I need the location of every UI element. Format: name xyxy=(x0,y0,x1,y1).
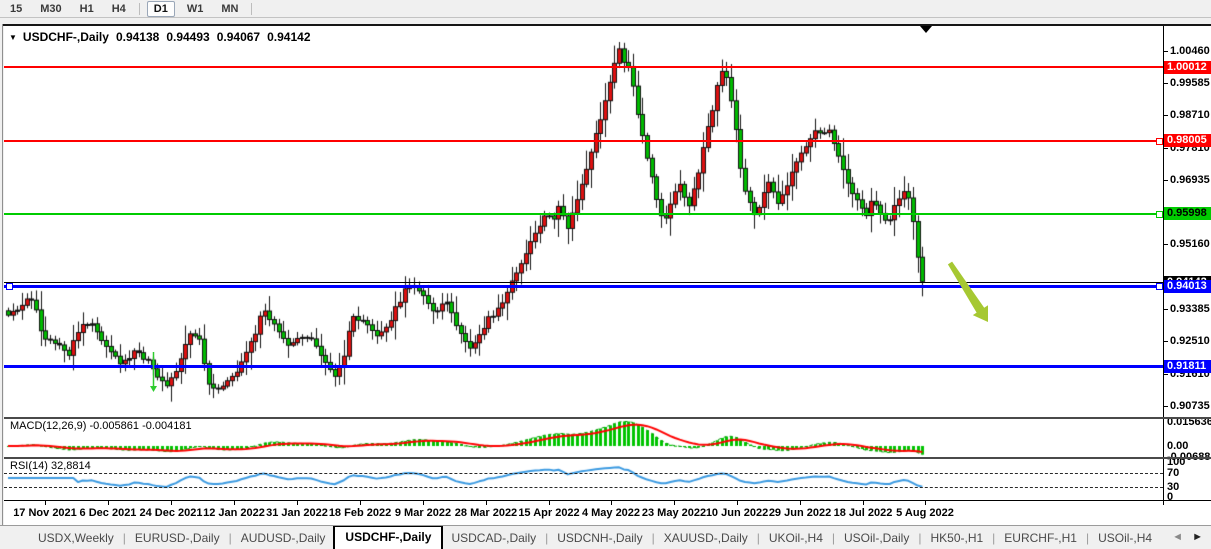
macd-panel-separator[interactable] xyxy=(4,417,1211,419)
chart-tab-usoil-daily[interactable]: USOil-,Daily xyxy=(836,528,917,548)
hline-100012[interactable] xyxy=(4,66,1163,68)
timeframe-button-m30[interactable]: M30 xyxy=(34,2,67,16)
date-tick-mark xyxy=(674,501,675,505)
hline-handle-right[interactable] xyxy=(1156,283,1163,290)
hline-handle-right[interactable] xyxy=(1156,138,1163,145)
hline-098005[interactable] xyxy=(4,140,1163,142)
timeframe-button-15[interactable]: 15 xyxy=(4,2,28,16)
price-tick-label: 0.93385 xyxy=(1170,303,1210,315)
toolbar-separator xyxy=(251,3,252,15)
tab-separator: | xyxy=(123,531,126,545)
price-axis-line xyxy=(1163,26,1164,505)
price-tick-label: 0.96935 xyxy=(1170,174,1210,186)
chart-symbol: USDCHF-,Daily xyxy=(23,30,109,44)
chart-tab-eurusd-daily[interactable]: EURUSD-,Daily xyxy=(127,528,228,548)
rsi-indicator-label: RSI(14) 32,8814 xyxy=(10,460,91,472)
ohlc-close: 0.94142 xyxy=(267,30,310,44)
date-tick-mark xyxy=(486,501,487,505)
date-axis: 17 Nov 20216 Dec 202124 Dec 202112 Jan 2… xyxy=(4,500,1211,525)
chart-tab-usdchf-daily[interactable]: USDCHF-,Daily xyxy=(333,525,443,549)
timeframe-toolbar: 15 M30 H1 H4 D1 W1 MN xyxy=(0,0,1211,18)
ohlc-high: 0.94493 xyxy=(166,30,209,44)
down-arrow-shape[interactable] xyxy=(948,262,988,322)
timeframe-button-h4[interactable]: H4 xyxy=(106,2,132,16)
tab-scroll-right-icon[interactable]: ► xyxy=(1192,531,1203,543)
hline-095998[interactable] xyxy=(4,213,1163,215)
macd-indicator-label: MACD(12,26,9) -0.005861 -0.004181 xyxy=(10,420,192,432)
date-tick-mark xyxy=(800,501,801,505)
tab-separator: | xyxy=(992,531,995,545)
chart-tab-audusd-daily[interactable]: AUDUSD-,Daily xyxy=(233,528,334,548)
tab-separator: | xyxy=(1086,531,1089,545)
chart-shift-marker-icon[interactable] xyxy=(920,26,932,33)
down-arrow-annotation[interactable] xyxy=(940,255,995,330)
price-tick-label: 0.90735 xyxy=(1170,400,1210,412)
date-tick-mark xyxy=(297,501,298,505)
ohlc-open: 0.94138 xyxy=(116,30,159,44)
ohlc-low: 0.94067 xyxy=(217,30,260,44)
date-tick-mark xyxy=(611,501,612,505)
date-tick-mark xyxy=(108,501,109,505)
hline-label-098005: 0.98005 xyxy=(1164,134,1211,147)
chart-tab-usoil-h4[interactable]: USOil-,H4 xyxy=(1090,528,1160,548)
hline-label-095998: 0.95998 xyxy=(1164,207,1211,220)
price-tick-label: 0.98710 xyxy=(1170,109,1210,121)
chart-tab-eurchf-h1[interactable]: EURCHF-,H1 xyxy=(996,528,1085,548)
tab-separator: | xyxy=(832,531,835,545)
rsi-axis-label: 70 xyxy=(1167,467,1179,479)
chart-tab-ukoil-h4[interactable]: UKOil-,H4 xyxy=(761,528,831,548)
rsi-level-line-30 xyxy=(4,487,1163,488)
tab-separator: | xyxy=(652,531,655,545)
timeframe-button-w1[interactable]: W1 xyxy=(181,2,210,16)
hline-label-100012: 1.00012 xyxy=(1164,61,1211,74)
tab-separator: | xyxy=(757,531,760,545)
tab-scroll-left-icon[interactable]: ◄ xyxy=(1172,531,1183,543)
chart-title: ▼ USDCHF-,Daily 0.94138 0.94493 0.94067 0.941… xyxy=(9,30,318,44)
tab-separator: | xyxy=(545,531,548,545)
symbol-dropdown-icon[interactable]: ▼ xyxy=(9,33,17,42)
trading-terminal: 15 M30 H1 H4 D1 W1 MN ▼ USDCHF-,Daily 0.94138 0.9… xyxy=(0,0,1211,549)
date-tick-mark xyxy=(863,501,864,505)
chart-window-left-border xyxy=(2,24,3,549)
timeframe-button-h1[interactable]: H1 xyxy=(74,2,100,16)
date-tick-mark xyxy=(360,501,361,505)
tab-separator: | xyxy=(229,531,232,545)
price-tick-label: 1.00460 xyxy=(1170,45,1210,57)
price-tick-label: 0.95160 xyxy=(1170,238,1210,250)
date-tick-mark xyxy=(549,501,550,505)
hline-handle-left[interactable] xyxy=(6,283,13,290)
rsi-level-line-70 xyxy=(4,473,1163,474)
price-tick-label: 0.92510 xyxy=(1170,335,1210,347)
timeframe-button-d1[interactable]: D1 xyxy=(147,1,175,17)
date-tick-mark xyxy=(423,501,424,505)
chart-tab-usdcad-daily[interactable]: USDCAD-,Daily xyxy=(443,528,544,548)
hline-label-094013: 0.94013 xyxy=(1164,280,1211,293)
rsi-axis-label: 0 xyxy=(1167,491,1173,503)
date-tick-mark xyxy=(171,501,172,505)
price-tick-label: 0.99585 xyxy=(1170,77,1210,89)
date-tick-mark xyxy=(737,501,738,505)
chart-tab-usdcnh-daily[interactable]: USDCNH-,Daily xyxy=(549,528,650,548)
timeframe-button-mn[interactable]: MN xyxy=(215,2,244,16)
date-tick-mark xyxy=(234,501,235,505)
hline-091811[interactable] xyxy=(4,365,1163,368)
chart-tab-xauusd-daily[interactable]: XAUUSD-,Daily xyxy=(656,528,756,548)
hline-handle-right[interactable] xyxy=(1156,211,1163,218)
chart-window-top-border xyxy=(3,24,1211,26)
small-sell-arrow-annotation[interactable] xyxy=(148,350,160,396)
date-tick-mark xyxy=(925,501,926,505)
rsi-panel-separator[interactable] xyxy=(4,457,1211,459)
hline-label-091811: 0.91811 xyxy=(1164,360,1211,373)
date-tick-mark xyxy=(45,501,46,505)
date-label: 5 Aug 2022 xyxy=(875,507,975,519)
chart-tab-hk50-h1[interactable]: HK50-,H1 xyxy=(922,528,991,548)
toolbar-separator xyxy=(139,3,140,15)
tab-separator: | xyxy=(918,531,921,545)
chart-tab-usdx-weekly[interactable]: USDX,Weekly xyxy=(30,528,122,548)
chart-tab-bar: USDX,Weekly|EURUSD-,Daily|AUDUSD-,DailyU… xyxy=(0,525,1211,549)
